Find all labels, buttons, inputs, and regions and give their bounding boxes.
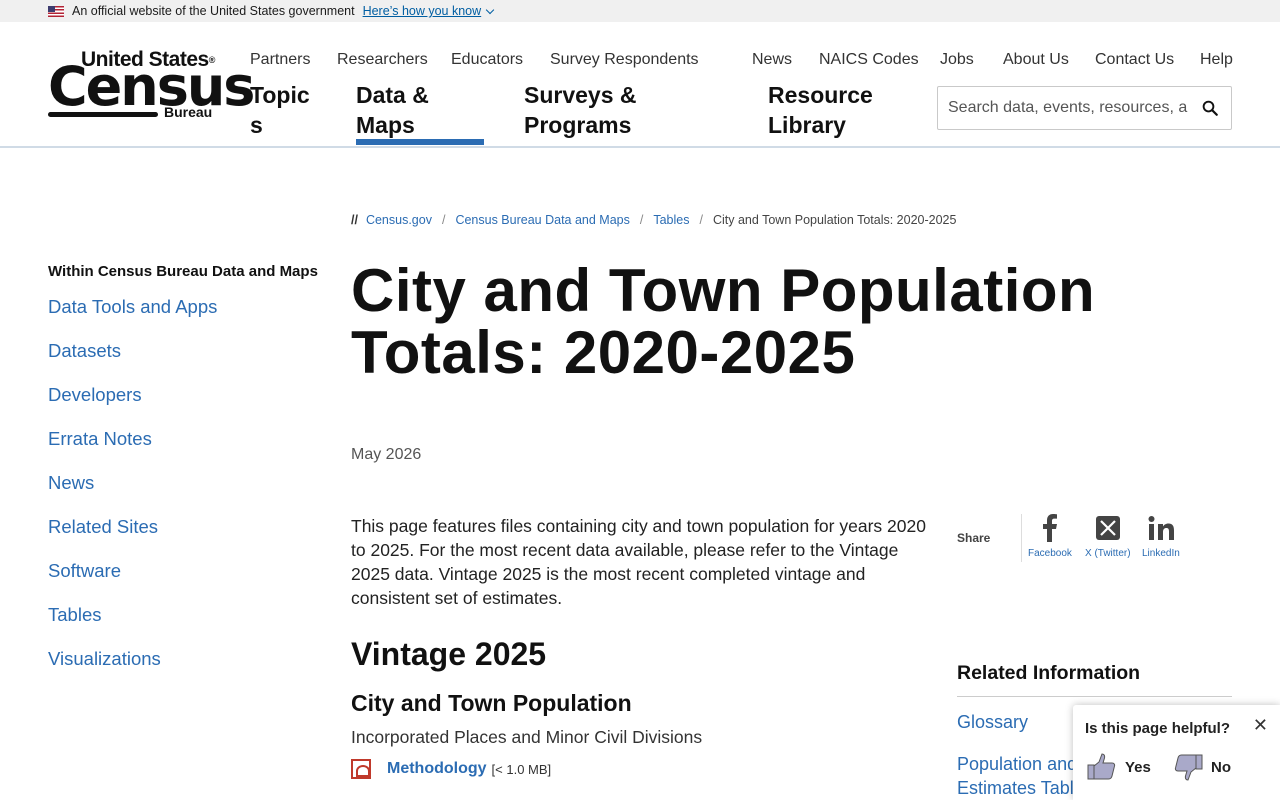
sidebar-item-data-tools[interactable]: Data Tools and Apps [48, 296, 217, 317]
util-nav-educators[interactable]: Educators [451, 51, 523, 69]
util-nav-help[interactable]: Help [1200, 51, 1233, 69]
page-title-line2: Totals: 2020-2025 [351, 319, 856, 386]
feedback-question: Is this page helpful? [1085, 720, 1231, 737]
main-nav-surveys-line1: Surveys & [524, 82, 637, 108]
main-nav-topics-line2: s [250, 112, 263, 138]
main-nav-data-line1: Data & [356, 82, 429, 108]
share-facebook-label: Facebook [1028, 548, 1072, 559]
facebook-icon [1042, 514, 1057, 542]
util-nav-jobs[interactable]: Jobs [940, 51, 974, 69]
sidebar-item-visualizations[interactable]: Visualizations [48, 648, 161, 669]
feedback-yes-button[interactable]: Yes [1087, 753, 1151, 781]
breadcrumb-current: City and Town Population Totals: 2020-20… [712, 213, 957, 227]
us-flag-icon [48, 5, 64, 17]
close-icon[interactable]: ✕ [1253, 715, 1268, 736]
feedback-widget: Is this page helpful? ✕ Yes No [1073, 705, 1280, 800]
share-label: Share [957, 531, 991, 545]
sidebar-item-datasets[interactable]: Datasets [48, 340, 121, 361]
util-nav-contact-us[interactable]: Contact Us [1095, 51, 1174, 69]
share-twitter-label: X (Twitter) [1085, 548, 1131, 559]
related-info-heading: Related Information [957, 662, 1141, 684]
util-nav-survey-respondents[interactable]: Survey Respondents [550, 51, 699, 69]
logo-census: Census [48, 55, 255, 118]
share-facebook[interactable]: Facebook [1028, 514, 1072, 559]
main-nav-resource-line1: Resource [768, 82, 873, 108]
pdf-icon [351, 759, 371, 779]
breadcrumb-lead: // [351, 213, 358, 227]
search-box [937, 86, 1232, 130]
intro-paragraph: This page features files containing city… [351, 516, 926, 608]
share-linkedin[interactable]: LinkedIn [1142, 514, 1180, 559]
feedback-no-button[interactable]: No [1173, 753, 1231, 781]
gov-banner: An official website of the United States… [0, 0, 1280, 22]
sidebar-item-tables[interactable]: Tables [48, 604, 101, 625]
sidebar-item-news[interactable]: News [48, 472, 94, 493]
util-nav-partners[interactable]: Partners [250, 51, 310, 69]
main-nav-surveys-line2: Programs [524, 112, 632, 138]
share-linkedin-label: LinkedIn [1142, 548, 1180, 559]
site-header: United States® Census Bureau Partners Re… [0, 22, 1280, 148]
search-icon[interactable] [1201, 99, 1219, 117]
breadcrumb-census-gov[interactable]: Census.gov [366, 213, 432, 227]
linkedin-icon [1148, 516, 1174, 540]
subsection-description: Incorporated Places and Minor Civil Divi… [351, 727, 703, 747]
main-nav-topics-line1: Topic [250, 82, 310, 108]
methodology-link[interactable]: Methodology [387, 760, 487, 778]
active-tab-indicator [356, 139, 484, 145]
breadcrumb-separator: / [699, 213, 703, 227]
thumbs-down-icon [1174, 754, 1203, 781]
main-nav-topics[interactable]: Topic s [250, 80, 310, 140]
feedback-no-label: No [1211, 758, 1231, 776]
chevron-down-icon [485, 5, 495, 14]
util-nav-news[interactable]: News [752, 51, 792, 69]
share-divider [1021, 514, 1022, 562]
sidebar-heading: Within Census Bureau Data and Maps [48, 263, 318, 280]
main-nav-surveys-programs[interactable]: Surveys & Programs [524, 80, 637, 140]
file-row: Methodology [< 1.0 MB] [351, 759, 551, 779]
logo-underline [48, 112, 158, 117]
thumbs-up-icon [1087, 753, 1116, 780]
main-nav-data-maps[interactable]: Data & Maps [356, 80, 429, 140]
util-nav-about-us[interactable]: About Us [1003, 51, 1069, 69]
feedback-yes-label: Yes [1125, 758, 1151, 776]
main-nav-resource-line2: Library [768, 112, 846, 138]
util-nav-researchers[interactable]: Researchers [337, 51, 428, 69]
breadcrumb-separator: / [441, 213, 446, 227]
publish-date: May 2026 [351, 446, 422, 463]
breadcrumb-data-maps[interactable]: Census Bureau Data and Maps [455, 213, 629, 227]
heres-how-you-know-label: Here’s how you know [362, 4, 482, 18]
sidebar-item-software[interactable]: Software [48, 560, 121, 581]
main-nav-resource-library[interactable]: Resource Library [768, 80, 873, 140]
logo-bureau: Bureau [164, 104, 213, 120]
main-nav-data-line2: Maps [356, 112, 415, 138]
section-heading-vintage: Vintage 2025 [351, 636, 547, 672]
subsection-heading-city-town: City and Town Population [351, 690, 632, 716]
page-title: City and Town Population Totals: 2020-20… [351, 260, 1111, 384]
sidebar-item-errata-notes[interactable]: Errata Notes [48, 428, 152, 449]
gov-banner-text: An official website of the United States… [72, 4, 355, 18]
breadcrumb-tables[interactable]: Tables [653, 213, 689, 227]
search-input[interactable] [938, 88, 1188, 128]
x-twitter-icon [1095, 516, 1120, 540]
heres-how-you-know-link[interactable]: Here’s how you know [362, 4, 495, 18]
sidebar-item-related-sites[interactable]: Related Sites [48, 516, 158, 537]
breadcrumb: // Census.gov / Census Bureau Data and M… [351, 213, 956, 227]
page-title-line1: City and Town Population [351, 257, 1096, 324]
sidebar-nav: Data Tools and Apps Datasets Developers … [48, 296, 217, 692]
file-size: [< 1.0 MB] [491, 761, 552, 777]
util-nav-naics-codes[interactable]: NAICS Codes [819, 51, 919, 69]
share-twitter[interactable]: X (Twitter) [1085, 514, 1131, 559]
census-logo[interactable]: United States® Census Bureau [48, 49, 255, 120]
sidebar-item-developers[interactable]: Developers [48, 384, 142, 405]
related-divider [957, 696, 1232, 697]
breadcrumb-separator: / [639, 213, 644, 227]
